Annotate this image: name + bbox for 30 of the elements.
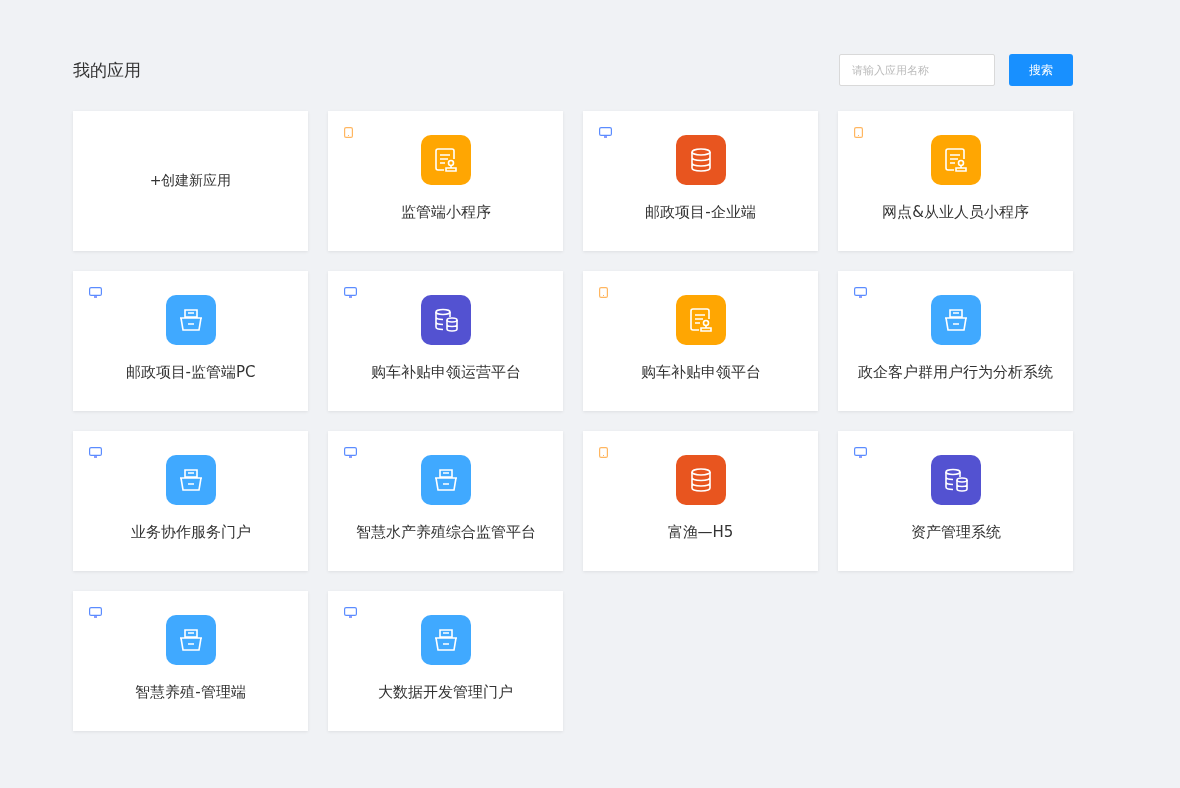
app-card[interactable]: 大数据开发管理门户: [328, 591, 563, 731]
page-title: 我的应用: [73, 58, 141, 82]
app-card[interactable]: 邮政项目-监管端PC: [73, 271, 308, 411]
app-name: 资产管理系统: [910, 523, 1001, 542]
app-name: 邮政项目-监管端PC: [125, 363, 256, 382]
app-name: 智慧水产养殖综合监管平台: [355, 523, 536, 542]
create-app-card[interactable]: +创建新应用: [73, 111, 308, 251]
app-name: 购车补贴申领运营平台: [370, 363, 521, 382]
app-card[interactable]: 政企客户群用户行为分析系统: [838, 271, 1073, 411]
app-name: 智慧养殖-管理端: [135, 683, 246, 702]
app-card[interactable]: 购车补贴申领平台: [583, 271, 818, 411]
app-name: 监管端小程序: [400, 203, 491, 222]
app-name: 大数据开发管理门户: [378, 683, 513, 702]
app-card[interactable]: 购车补贴申领运营平台: [328, 271, 563, 411]
app-name: 购车补贴申领平台: [640, 363, 761, 382]
app-name: 政企客户群用户行为分析系统: [858, 363, 1053, 382]
search-field[interactable]: 请输入应用名称: [839, 54, 995, 86]
app-card[interactable]: 智慧养殖-管理端: [73, 591, 308, 731]
app-card[interactable]: 资产管理系统: [838, 431, 1073, 571]
app-name: 业务协作服务门户: [130, 523, 251, 542]
app-card[interactable]: 智慧水产养殖综合监管平台: [328, 431, 563, 571]
app-name: 邮政项目-企业端: [645, 203, 756, 222]
create-app-label[interactable]: +创建新应用: [149, 172, 232, 190]
app-card[interactable]: 富渔—H5: [583, 431, 818, 571]
app-card[interactable]: 网点&从业人员小程序: [838, 111, 1073, 251]
app-name: 网点&从业人员小程序: [882, 203, 1029, 222]
app-card[interactable]: 监管端小程序: [328, 111, 563, 251]
app-name: 富渔—H5: [667, 523, 734, 542]
app-card[interactable]: 邮政项目-企业端: [583, 111, 818, 251]
app-card[interactable]: 业务协作服务门户: [73, 431, 308, 571]
